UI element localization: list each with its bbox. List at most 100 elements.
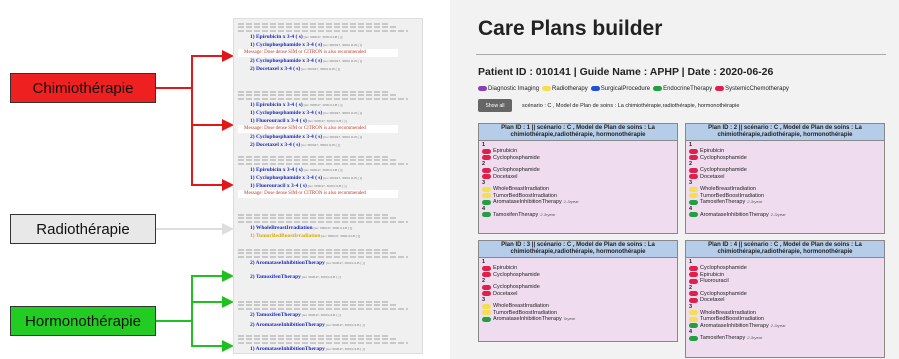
- doc-item-ref: [no: 900047, 300011LB ( )]: [302, 35, 343, 39]
- doc-item-name: 1) Epirubicin x 3-4 ( s): [250, 34, 303, 40]
- doc-filler-line: [238, 300, 388, 303]
- legend-color-swatch: [542, 86, 552, 91]
- scenario-label: scénario : C , Model de Plan de soins : …: [522, 103, 740, 109]
- treatment-name: TamoxifenTherapy: [700, 335, 746, 341]
- treatment-category-swatch: [482, 310, 491, 316]
- doc-item-ref: [no: 900047, 300011LB ( )]: [306, 184, 347, 188]
- treatment-category-swatch: [689, 148, 698, 154]
- doc-item-name: 2) AromataseInhibitionTherapy: [250, 322, 325, 328]
- treatment-name: AromataseInhibitionTherapy: [700, 322, 769, 329]
- legend-item: EndocrineTherapy: [653, 86, 712, 92]
- treatment-item[interactable]: AromataseInhibitionTherapy 2-3ryear: [689, 212, 881, 219]
- doc-item-name: 1) Fluorouracil x 3-4 ( s): [250, 183, 307, 189]
- doc-filler-line: [238, 159, 398, 161]
- treatment-category-swatch: [482, 167, 491, 173]
- doc-filler-line: [238, 334, 388, 337]
- doc-item-name: 1) Cyclophosphamide x 3-4 ( s): [250, 175, 323, 181]
- doc-item: 1) WholeBreastIrradiation [no: 900047, 3…: [238, 224, 420, 232]
- doc-item-ref: [no: 900047, 300011LB ( )]: [300, 275, 341, 279]
- legend-color-swatch: [653, 86, 663, 91]
- doc-filler-line: [238, 220, 408, 223]
- treatment-name: TamoxifenTherapy: [700, 199, 746, 205]
- doc-item-name: 2) TamoxifenTherapy: [250, 274, 301, 280]
- doc-item-ref: [no: 900047, 300011LB ( )]: [320, 234, 361, 238]
- doc-block-radio: 1) WholeBreastIrradiation [no: 900047, 3…: [238, 212, 420, 240]
- doc-item-ref: [no: 900047, 300011LB ( )]: [322, 59, 363, 63]
- doc-message: Message: Dose dense SIM or CITRON is als…: [238, 190, 398, 198]
- treatment-category-swatch: [482, 148, 491, 154]
- category-hormono-label: Hormonothérapie: [25, 312, 141, 330]
- plan-header: Plan ID : 4 || scénario : C , Model de P…: [686, 241, 884, 258]
- treatment-category-swatch: [689, 265, 698, 271]
- doc-block-hormono: 2) AromataseInhibitionTherapy [no: 90004…: [238, 321, 420, 329]
- legend-color-swatch: [478, 86, 487, 91]
- plan-body: 1 Epirubicin Cyclophosphamide 2 Cyclophospha…: [686, 141, 884, 219]
- doc-filler-line: [238, 304, 398, 306]
- doc-item-ref: [no: 900047, 300011LB ( )]: [324, 261, 365, 265]
- treatment-name: AromataseInhibitionTherapy: [700, 211, 769, 218]
- doc-item-name: 2) Docetaxel x 3-4 ( s): [250, 66, 301, 72]
- doc-filler-line: [238, 162, 408, 165]
- treatment-item[interactable]: TamoxifenTherapy 2-3ryear: [689, 335, 881, 342]
- doc-item-name: 2) Cyclophosphamide x 3-4 ( s): [250, 58, 323, 64]
- doc-item-ref: [no: 900047, 300011LB ( )]: [322, 176, 363, 180]
- doc-block-chimio: 1) Epirubicin x 3-4 ( s) [no: 900047, 30…: [238, 154, 420, 198]
- doc-item-ref: [no: 900047, 300011LB ( )]: [324, 323, 365, 327]
- treatment-name: Cyclophosphamide: [493, 154, 540, 161]
- doc-item: 2) Cyclophosphamide x 3-4 ( s) [no: 9000…: [238, 57, 420, 65]
- doc-item-ref: [no: 900047, 300011LB ( )]: [302, 103, 343, 107]
- doc-filler-line: [238, 307, 408, 310]
- treatment-category-swatch: [689, 193, 698, 199]
- legend-label: EndocrineTherapy: [663, 86, 713, 93]
- doc-item-ref: [no: 900047, 300011LB ( )]: [300, 67, 340, 71]
- plan-card: Plan ID : 4 || scénario : C , Model de P…: [685, 240, 885, 358]
- treatment-name: AromataseInhibitionTherapy: [493, 316, 562, 322]
- hormono-arrows: [156, 270, 234, 352]
- treatment-item[interactable]: AromataseInhibitionTherapy 5ryear: [482, 316, 674, 323]
- doc-item-ref: [no: 900047, 300011LB ( )]: [300, 313, 341, 317]
- treatment-category-swatch: [482, 199, 491, 205]
- doc-block-chimio: 1) Epirubicin x 3-4 ( s) [no: 900047, 30…: [238, 89, 420, 149]
- treatment-category-swatch: [482, 155, 491, 161]
- treatment-category-swatch: [689, 291, 698, 297]
- category-radio-label: Radiothérapie: [36, 220, 130, 238]
- doc-item: 1) Epirubicin x 3-4 ( s) [no: 900047, 30…: [238, 101, 420, 109]
- doc-filler-line: [238, 22, 388, 25]
- doc-filler-line: [238, 26, 398, 28]
- figure: Chimiothérapie Radiothérapie Hormonothér…: [0, 0, 899, 359]
- doc-item-ref: [no: 900047, 300011LB ( )]: [322, 135, 363, 139]
- treatment-category-swatch: [689, 323, 698, 329]
- legend-item: Radiotherapy: [542, 86, 588, 92]
- treatment-category-swatch: [689, 278, 698, 284]
- treatment-name: Docetaxel: [493, 290, 518, 297]
- plan-header: Plan ID : 1 || scénario : C , Model de P…: [479, 124, 677, 141]
- doc-item: 2) TamoxifenTherapy [no: 900047, 300011L…: [238, 273, 420, 281]
- plan-card: Plan ID : 3 || scénario : C , Model de P…: [478, 240, 678, 342]
- treatment-category-swatch: [689, 335, 698, 341]
- doc-item-ref: [no: 900047, 300011LB ( )]: [302, 168, 343, 172]
- doc-item-name: 1) AromataseInhibitionTherapy: [250, 346, 325, 352]
- legend-label: Radiotherapy: [552, 86, 588, 93]
- treatment-category-swatch: [689, 174, 698, 180]
- plan-body: 1 Epirubicin Cyclophosphamide 2 Cyclophospha…: [479, 258, 677, 324]
- doc-filler-line: [238, 94, 398, 96]
- doc-item-ref: [no: 900047, 300011LB ( )]: [306, 119, 347, 123]
- doc-filler-line: [238, 213, 388, 216]
- show-all-button[interactable]: Show all: [478, 99, 512, 112]
- treatment-category-swatch: [689, 199, 698, 205]
- treatment-duration: 2-3ryear: [770, 211, 786, 217]
- doc-item: 1) Cyclophosphamide x 3-4 ( s) [no: 9000…: [238, 109, 420, 117]
- treatment-duration: 2-3ryear: [747, 335, 763, 340]
- doc-item: 1) Cyclophosphamide x 3-4 ( s) [no: 9000…: [238, 41, 420, 49]
- treatment-category-swatch: [482, 186, 491, 192]
- legend-item: Diagnostic Imaging: [478, 86, 539, 92]
- page-title: Care Plans builder: [478, 17, 663, 40]
- doc-filler-line: [238, 90, 388, 93]
- treatment-item[interactable]: TamoxifenTherapy 2-3ryear: [482, 212, 674, 219]
- doc-item-ref: [no: 900047, 300011LB ( )]: [322, 43, 363, 47]
- doc-item-name: 1) Cyclophosphamide x 3-4 ( s): [250, 110, 323, 116]
- doc-item: 2) Cyclophosphamide x 3-4 ( s) [no: 9000…: [238, 133, 420, 141]
- doc-item-ref: [no: 900047, 300011LB ( )]: [312, 226, 353, 230]
- treatment-category-swatch: [482, 316, 491, 322]
- recommendation-documents: 1) Epirubicin x 3-4 ( s) [no: 900047, 30…: [233, 18, 423, 354]
